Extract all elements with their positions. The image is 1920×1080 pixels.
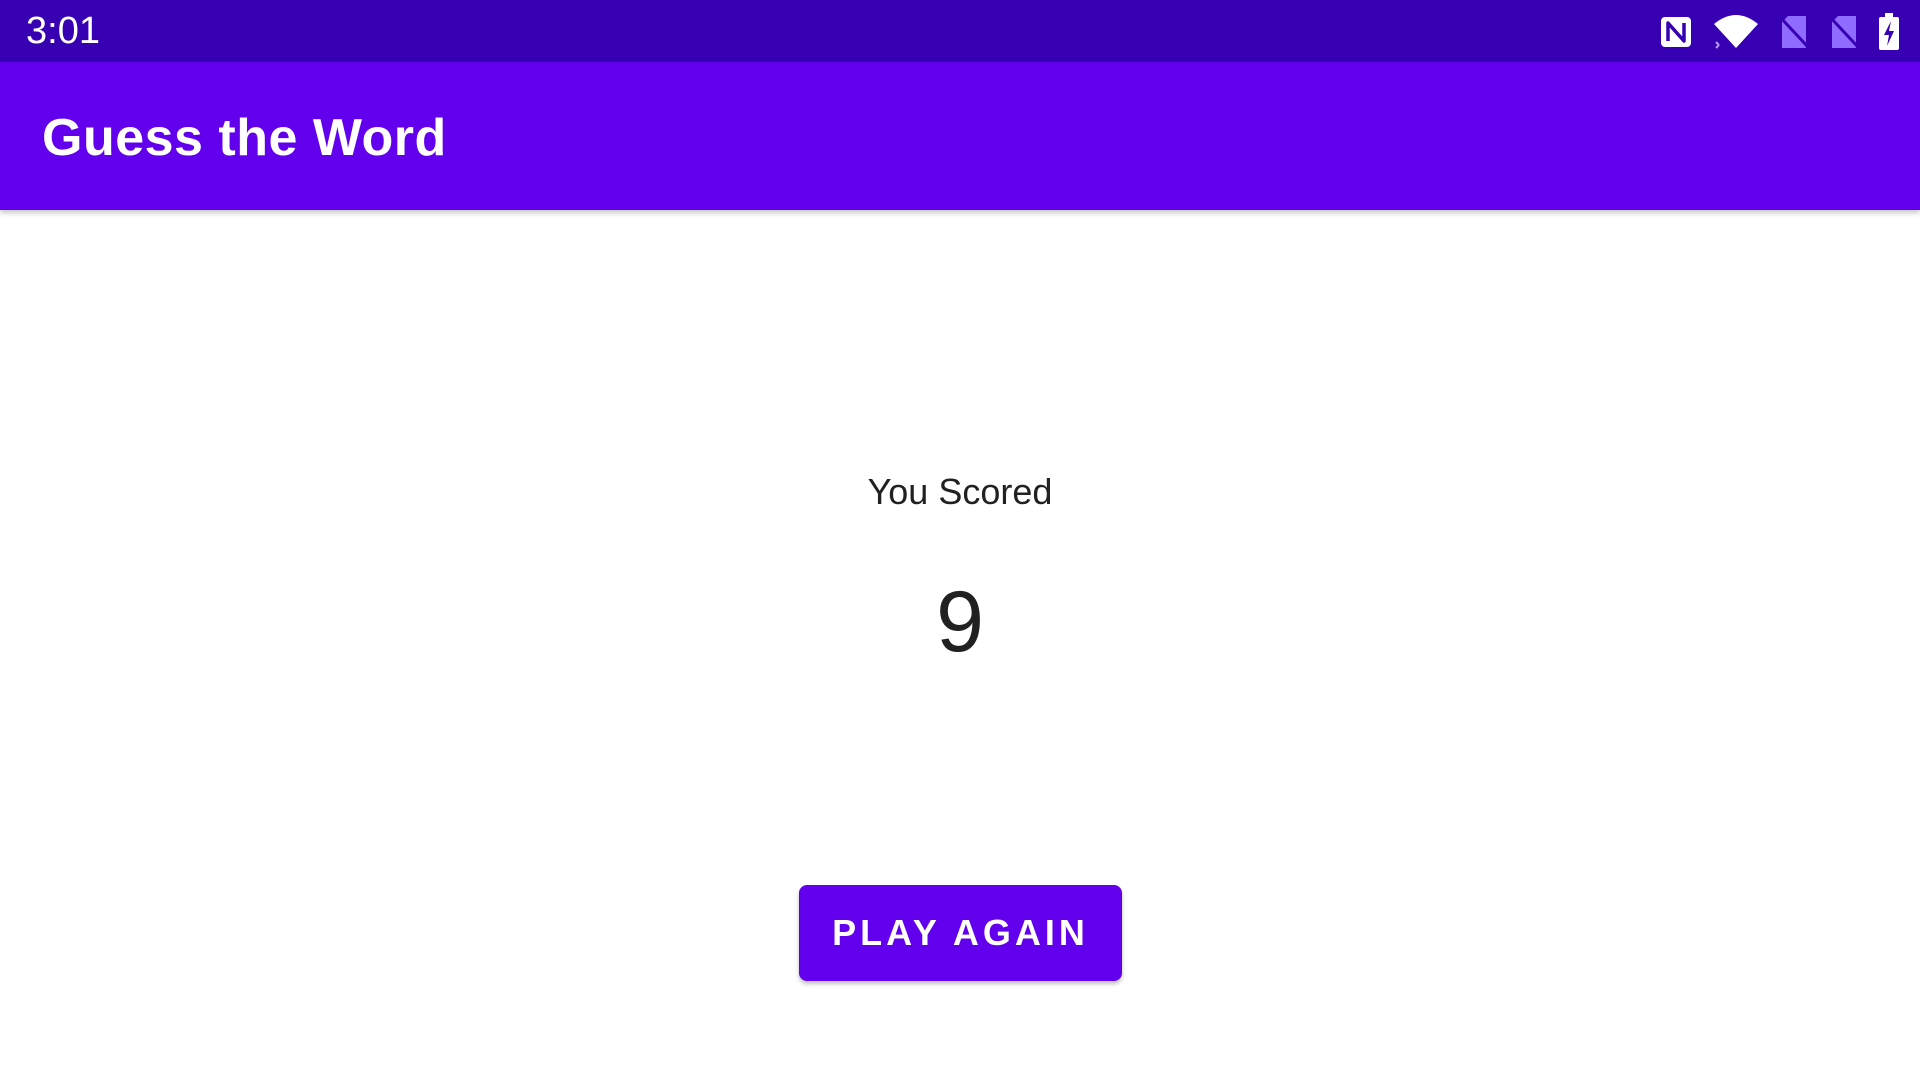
app-title: Guess the Word (42, 109, 447, 167)
nfc-icon (1658, 14, 1694, 50)
no-sim-icon (1778, 14, 1810, 50)
score-value: 9 (936, 574, 984, 670)
score-screen: 3:01 Guess the Word You Scored 9 PLAY AG… (0, 0, 1920, 1080)
score-label: You Scored (867, 471, 1053, 512)
status-bar: 3:01 (0, 0, 1920, 62)
no-sim-icon (1828, 14, 1860, 50)
wifi-icon (1712, 14, 1760, 50)
app-bar: Guess the Word (0, 62, 1920, 210)
status-time: 3:01 (26, 10, 100, 52)
play-again-button[interactable]: PLAY AGAIN (799, 885, 1122, 981)
battery-charging-icon (1878, 13, 1900, 51)
score-content: You Scored 9 PLAY AGAIN (0, 210, 1920, 1080)
status-icons (1658, 10, 1900, 54)
